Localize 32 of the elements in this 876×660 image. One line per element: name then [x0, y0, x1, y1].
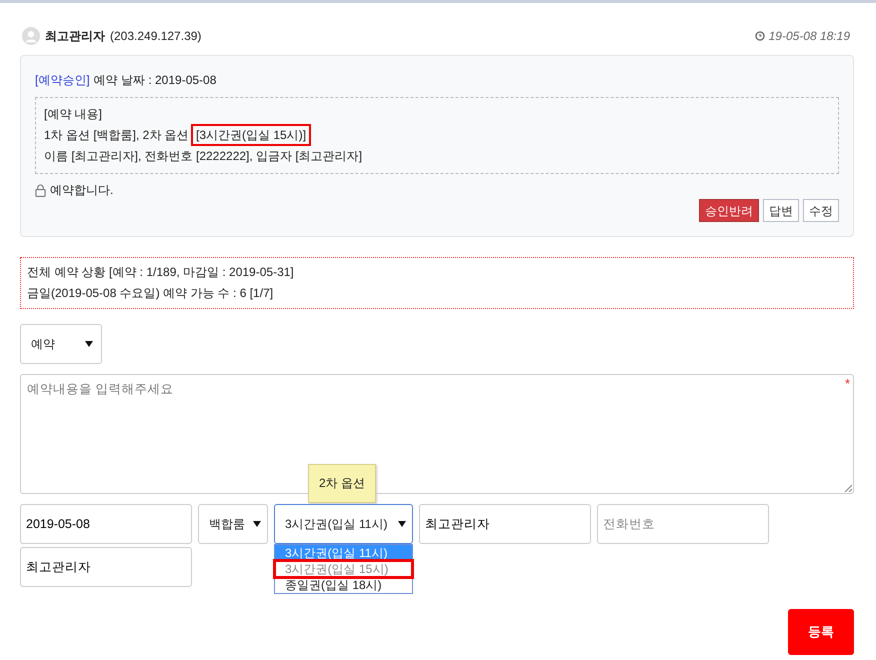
summary-line: 금일(2019-05-08 수요일) 예약 가능 수 : 6 [1/7] [27, 285, 274, 302]
text-field[interactable]: 최고관리자 [419, 504, 591, 544]
caret-icon [85, 341, 93, 347]
text-field[interactable]: 전화번호 [597, 504, 769, 544]
clock-icon [754, 31, 765, 41]
caret-icon [398, 521, 406, 527]
required-mark: * [844, 376, 850, 391]
detail-line: 이름 [최고관리자], 전화번호 [2222222], 입금자 [최고관리자] [44, 149, 362, 163]
lock-icon [35, 184, 46, 197]
resize-handle-icon[interactable] [844, 484, 852, 492]
text-field[interactable]: 최고관리자 [20, 547, 192, 587]
status-label: [예약승인] [35, 73, 90, 87]
tooltip: 2차 옵션 [308, 464, 376, 503]
detail-line: 1차 옵션 [백합룸], 2차 옵션 [44, 128, 190, 142]
post-button[interactable]: 답변 [763, 199, 799, 222]
summary-line: 전체 예약 상황 [예약 : 1/189, 마감일 : 2019-05-31] [27, 264, 295, 281]
lock-note: 예약합니다. [50, 182, 114, 199]
post-timestamp: 19-05-08 18:19 [768, 29, 850, 43]
author-ip: (203.249.127.39) [110, 29, 202, 43]
submit-button[interactable]: 등록 [788, 609, 854, 655]
post-button[interactable]: 승인반려 [699, 199, 759, 222]
author-name: 최고관리자 [45, 28, 105, 44]
caret-icon [253, 521, 261, 527]
detail-line: [예약 내용] [44, 107, 102, 121]
post-button[interactable]: 수정 [803, 199, 839, 222]
reservation-date: 예약 날짜 : 2019-05-08 [94, 73, 216, 87]
dropdown-option[interactable]: 종일권(입실 18시) [275, 577, 412, 593]
option-select[interactable]: 3시간권(입실 11시) [274, 504, 413, 544]
avatar-icon [22, 27, 40, 45]
type-select[interactable]: 예약 [20, 324, 102, 364]
option-select[interactable]: 백합룸 [198, 504, 268, 544]
text-field[interactable]: 2019-05-08 [20, 504, 192, 544]
